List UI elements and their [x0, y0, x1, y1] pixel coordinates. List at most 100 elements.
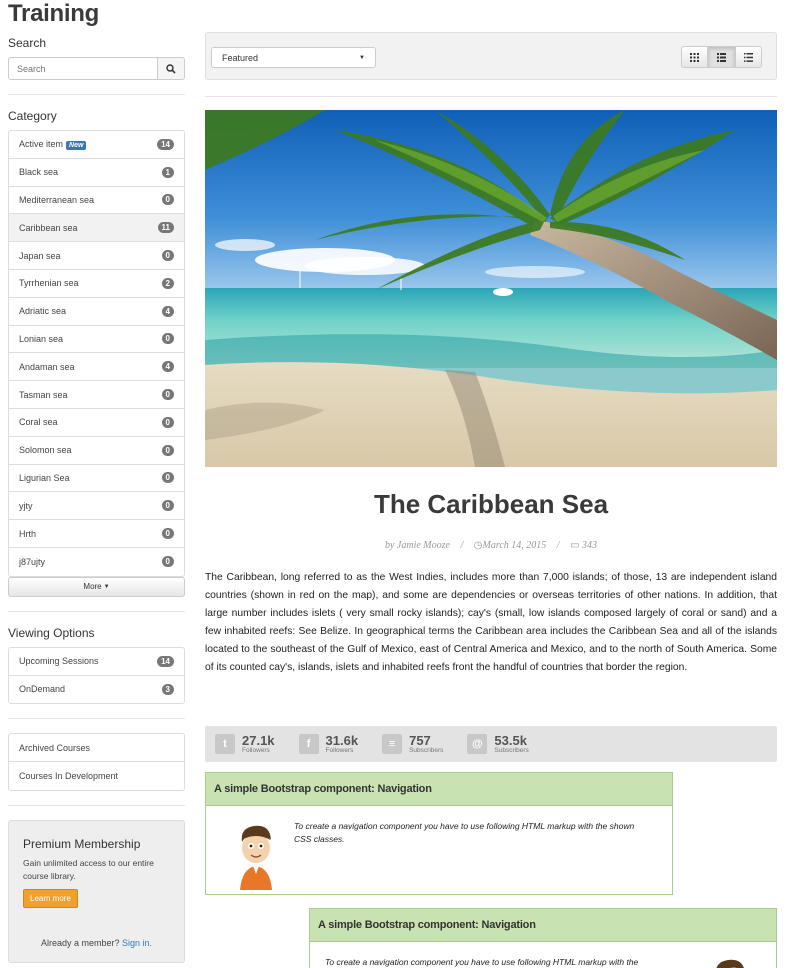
category-item[interactable]: yjty 0 — [9, 492, 184, 521]
social-stat-text: 27.1k Followers — [242, 732, 275, 754]
courses-list: Archived Courses Courses In Development — [8, 733, 185, 791]
info-box: A simple Bootstrap component: Navigation… — [309, 908, 777, 968]
sidebar: Search Category Active itemNew14Black se… — [8, 36, 185, 963]
social-stat[interactable]: f 31.6k Followers — [298, 734, 358, 754]
social-stat[interactable]: t 27.1k Followers — [215, 734, 275, 754]
viewing-option-item[interactable]: Upcoming Sessions 14 — [9, 648, 184, 676]
category-item[interactable]: Tyrrhenian sea 2 — [9, 270, 184, 298]
compact-view-button[interactable] — [735, 46, 762, 68]
viewing-options-list: Upcoming Sessions 14 OnDemand 3 — [8, 646, 185, 705]
meta-separator: / — [556, 540, 560, 551]
count-badge: 0 — [161, 194, 174, 206]
social-bar: t 27.1k Followers f 31.6k Followers ≡ 757 Subscr… — [205, 726, 777, 762]
social-count: 27.1k — [242, 732, 275, 748]
social-label: Subscribers — [409, 746, 444, 754]
sort-value: Featured — [222, 52, 259, 63]
count-badge: 0 — [161, 472, 174, 484]
grid-view-button[interactable] — [681, 46, 708, 68]
category-item[interactable]: Hrth 0 — [9, 520, 184, 548]
category-label: Mediterranean sea — [19, 194, 95, 205]
count-badge: 0 — [161, 528, 174, 540]
search-heading: Search — [8, 36, 47, 50]
count-badge: 0 — [161, 389, 174, 401]
meta-separator: / — [460, 540, 464, 551]
count-badge: 0 — [161, 333, 174, 345]
th-list-icon — [717, 52, 726, 62]
viewing-option-label: Upcoming Sessions — [19, 656, 99, 667]
category-item[interactable]: Adriatic sea 4 — [9, 298, 184, 326]
article-author[interactable]: by Jamie Mooze — [385, 540, 450, 551]
sort-select[interactable]: Featured ▼ — [211, 47, 376, 68]
list-view-button[interactable] — [708, 46, 735, 68]
social-stat-text: 53.5k Subscribers — [494, 732, 529, 754]
already-member: Already a member? Sign in. — [23, 938, 170, 948]
category-item[interactable]: Lonian sea 0 — [9, 326, 184, 354]
info-box-text: To create a navigation component you hav… — [325, 957, 639, 967]
category-heading: Category — [8, 109, 57, 123]
comment-count[interactable]: 343 — [582, 540, 597, 551]
count-badge: 0 — [161, 444, 174, 456]
category-label: Coral sea — [19, 417, 58, 428]
comment-icon: ▭ — [570, 540, 580, 551]
category-label: Lonian sea — [19, 333, 64, 344]
category-item[interactable]: Coral sea 0 — [9, 409, 184, 437]
viewing-option-item[interactable]: OnDemand 3 — [9, 676, 184, 704]
category-label: Japan sea — [19, 250, 61, 261]
category-item[interactable]: Mediterranean sea 0 — [9, 187, 184, 215]
viewing-option-label: OnDemand — [19, 684, 66, 695]
course-link[interactable]: Archived Courses — [9, 734, 184, 763]
count-badge: 11 — [157, 222, 174, 234]
category-item[interactable]: Andaman sea 4 — [9, 353, 184, 382]
social-count: 53.5k — [494, 732, 527, 748]
category-item[interactable]: Active item New 14 — [9, 131, 184, 159]
sign-in-link[interactable]: Sign in. — [122, 938, 152, 948]
category-label: Tasman sea — [19, 389, 68, 400]
caret-down-icon: ▼ — [103, 583, 110, 590]
search-group — [8, 57, 185, 80]
more-button[interactable]: More ▼ — [8, 576, 185, 597]
category-item[interactable]: Caribbean sea 11 — [9, 214, 184, 243]
avatar — [240, 825, 272, 890]
search-button[interactable] — [157, 57, 185, 80]
category-item[interactable]: Tasman sea 0 — [9, 381, 184, 409]
premium-panel: Premium Membership Gain unlimited access… — [8, 819, 185, 963]
category-item[interactable]: Ligurian Sea 0 — [9, 465, 184, 493]
count-badge: 4 — [161, 305, 174, 317]
course-link[interactable]: Courses In Development — [9, 762, 184, 790]
article-meta: by Jamie Mooze / ◷March 14, 2015 / ▭ 343 — [205, 540, 777, 551]
list-icon — [744, 52, 753, 62]
view-toggle-group — [681, 46, 762, 68]
social-stat-text: 757 Subscribers — [409, 734, 444, 754]
count-badge: 0 — [161, 250, 174, 262]
social-stat[interactable]: ≡ 757 Subscribers — [382, 734, 443, 754]
social-stat[interactable]: @53.5k Subscribers — [467, 732, 529, 754]
toolbar: Featured ▼ — [205, 32, 777, 80]
social-label: Subscribers — [494, 746, 529, 754]
info-box-title: A simple Bootstrap component: Navigation — [206, 773, 672, 806]
social-label: Followers — [325, 746, 354, 754]
more-label: More — [83, 582, 102, 592]
search-input[interactable] — [8, 57, 157, 80]
count-badge: 4 — [161, 361, 174, 373]
count-badge: 14 — [157, 138, 174, 150]
category-item[interactable]: Black sea 1 — [9, 159, 184, 187]
course-label: Courses In Development — [19, 771, 119, 782]
info-box: A simple Bootstrap component: Navigation… — [205, 772, 673, 895]
category-item[interactable]: j87ujty 0 — [9, 548, 184, 576]
learn-more-button[interactable]: Learn more — [23, 888, 78, 908]
viewing-options-heading: Viewing Options — [8, 625, 95, 640]
course-label: Archived Courses — [19, 742, 91, 753]
category-label: Ligurian Sea — [19, 472, 70, 483]
page-title: Training — [8, 0, 99, 27]
category-item[interactable]: Solomon sea 0 — [9, 437, 184, 465]
category-label: Black sea — [19, 167, 59, 178]
count-badge: 0 — [161, 500, 174, 512]
category-item[interactable]: Japan sea 0 — [9, 242, 184, 270]
count-badge: 14 — [157, 655, 174, 667]
search-icon — [166, 63, 176, 74]
already-text: Already a member? — [40, 937, 120, 948]
category-label: Adriatic sea — [19, 306, 67, 317]
count-badge: 1 — [161, 166, 174, 178]
email-icon: @ — [467, 734, 488, 754]
category-label: Caribbean sea — [19, 222, 78, 233]
